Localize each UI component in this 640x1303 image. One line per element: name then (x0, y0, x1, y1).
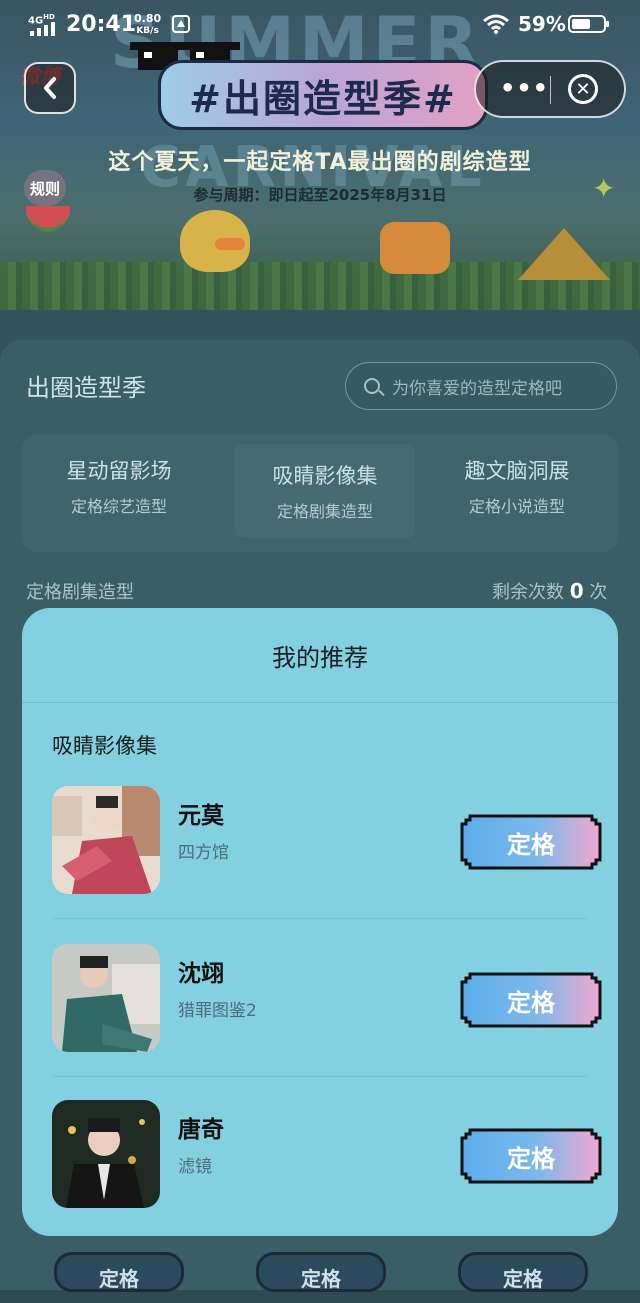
tent-decoration (518, 228, 610, 280)
remaining-prefix: 剩余次数 (492, 582, 564, 603)
item-show: 四方馆 (178, 843, 229, 863)
speed-value: 0.80 (134, 12, 162, 25)
network-hd: HD (43, 13, 55, 21)
category-title: 吸睛影像集 (52, 734, 157, 758)
dingge-label: 定格 (507, 830, 555, 859)
tab-subtitle: 定格剧集造型 (276, 502, 373, 521)
battery-icon (568, 15, 609, 33)
list-item: 沈翊 猎罪图鉴2 定格 (52, 944, 602, 1052)
more-button[interactable]: ••• (500, 76, 549, 100)
dingge-button-bg[interactable]: 定格 (54, 1252, 184, 1292)
dingge-button-bg[interactable]: 定格 (256, 1252, 386, 1292)
capsule-divider (550, 76, 551, 104)
banner-title: #出圈造型季# (158, 60, 488, 130)
item-name: 唐奇 (178, 1117, 224, 1143)
search-placeholder: 为你喜爱的造型定格吧 (392, 378, 562, 399)
dingge-button-bg[interactable]: 定格 (458, 1252, 588, 1292)
search-input[interactable]: 为你喜爱的造型定格吧 (345, 362, 617, 410)
sheet-divider (22, 702, 618, 703)
item-name: 沈翊 (178, 961, 224, 987)
section-title: 出圈造型季 (26, 374, 146, 402)
avatar (52, 944, 160, 1052)
sheet-title: 我的推荐 (272, 644, 368, 672)
list-label: 定格剧集造型 (26, 582, 134, 603)
tab-variety[interactable]: 星动留影场 定格综艺造型 (24, 434, 214, 538)
tab-novel[interactable]: 趣文脑洞展 定格小说造型 (422, 434, 612, 538)
list-item: 唐奇 滤镜 定格 (52, 1100, 602, 1208)
tab-drama[interactable]: 吸睛影像集 定格剧集造型 (235, 444, 415, 538)
avatar (52, 786, 160, 894)
close-icon[interactable]: ✕ (568, 74, 598, 104)
activity-period: 参与周期：即日起至2025年8月31日 (193, 186, 447, 204)
watermelon-icon (26, 206, 70, 232)
item-name: 元莫 (178, 803, 224, 829)
dingge-label: 定格 (507, 988, 555, 1017)
status-bar: 4GHD 20:41 0.80 KB/s 59% (0, 0, 640, 52)
app-notification-icon (172, 15, 190, 33)
signal-icon (30, 22, 55, 36)
tab-title: 星动留影场 (66, 459, 172, 483)
recommendation-sheet: 我的推荐 吸睛影像集 元莫 四方馆 定格 沈翊 猎罪图鉴2 定格 唐奇 滤镜 定… (22, 608, 618, 1236)
avatar (52, 1100, 160, 1208)
battery-percent: 59% (518, 12, 566, 36)
item-show: 猎罪图鉴2 (178, 1001, 257, 1021)
tab-subtitle: 定格小说造型 (468, 497, 565, 516)
remaining-suffix: 次 (589, 582, 608, 603)
tab-title: 趣文脑洞展 (464, 459, 570, 483)
mini-program-capsule: ••• ✕ (474, 60, 626, 118)
category-tabs: 星动留影场 定格综艺造型 吸睛影像集 定格剧集造型 趣文脑洞展 定格小说造型 (22, 434, 618, 552)
remaining-count: 剩余次数 0 次 (492, 578, 607, 604)
item-divider (52, 918, 588, 919)
item-divider (52, 1076, 588, 1077)
clock: 20:41 (66, 12, 137, 37)
remaining-number: 0 (569, 579, 584, 603)
tab-subtitle: 定格综艺造型 (70, 497, 167, 516)
item-show: 滤镜 (178, 1157, 212, 1177)
rules-button[interactable]: 规则 (24, 170, 66, 206)
sparkle-icon: ✦ (592, 172, 616, 205)
duck-beak (215, 238, 245, 250)
speed-unit: KB/s (136, 26, 159, 36)
dingge-label: 定格 (507, 1144, 555, 1173)
tab-title: 吸睛影像集 (272, 464, 378, 488)
back-button[interactable] (24, 62, 76, 114)
wifi-icon (483, 14, 509, 34)
chevron-left-icon (44, 77, 56, 99)
list-item: 元莫 四方馆 定格 (52, 786, 602, 894)
search-icon (364, 378, 380, 394)
banner-subtitle: 这个夏天，一起定格TA最出圈的剧综造型 (108, 150, 532, 175)
cat-mascot (380, 222, 450, 274)
network-speed: 0.80 KB/s (134, 13, 161, 37)
